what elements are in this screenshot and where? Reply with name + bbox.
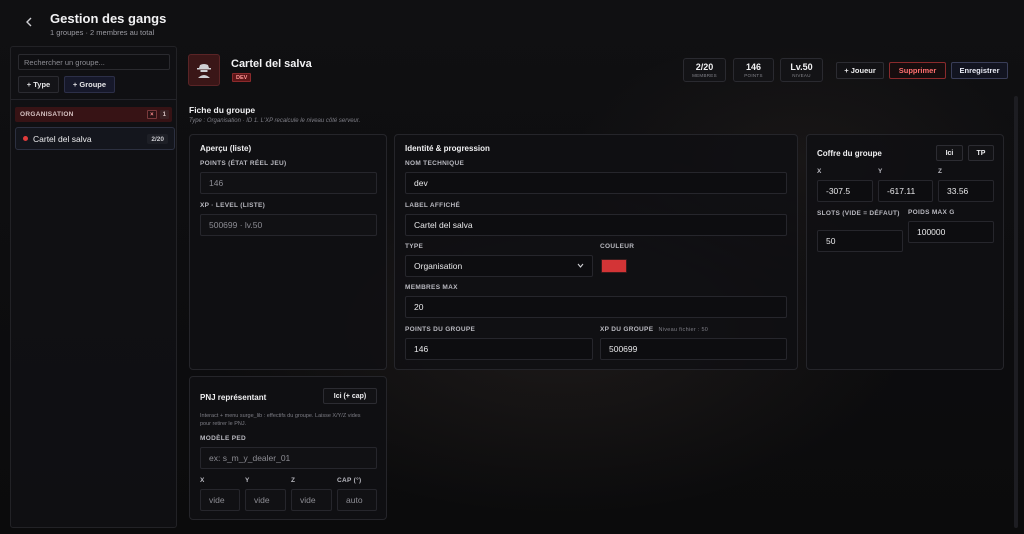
- overview-card: Aperçu (liste) POINTS (ÉTAT RÉEL JEU) 14…: [189, 134, 387, 370]
- npc-here-button[interactable]: Ici (+ cap): [323, 388, 377, 404]
- color-label: COULEUR: [600, 243, 635, 250]
- add-player-button[interactable]: + Joueur: [836, 62, 884, 79]
- stat-value: 2/20: [695, 62, 714, 72]
- sidebar-item-label: Cartel del salva: [33, 133, 92, 144]
- group-xp-input[interactable]: 500699: [600, 338, 787, 360]
- chest-z-input[interactable]: 33.56: [938, 180, 994, 202]
- stat-label: POINTS: [744, 73, 763, 78]
- chest-x-label: X: [817, 168, 822, 175]
- title-block: Gestion des gangs 1 groupes · 2 membres …: [50, 11, 166, 37]
- npc-card: PNJ représentant Ici (+ cap) Interact + …: [189, 376, 387, 520]
- top-bar: Gestion des gangs 1 groupes · 2 membres …: [0, 0, 1024, 46]
- npc-y-label: Y: [245, 477, 250, 484]
- xp-label: XP · LEVEL (LISTE): [200, 202, 266, 209]
- category-count: 1: [160, 110, 169, 119]
- card-title: Aperçu (liste): [200, 144, 252, 153]
- scrollbar[interactable]: [1014, 96, 1018, 528]
- main-panel: Cartel del salva DEV 2/20 MEMBRES 146 PO…: [178, 46, 1020, 528]
- npc-help-text: Interact + menu surge_lib : effectifs du…: [200, 413, 361, 427]
- add-group-button[interactable]: + Groupe: [64, 76, 115, 93]
- chest-weight-input[interactable]: 100000: [908, 221, 994, 243]
- page-subtitle: 1 groupes · 2 membres au total: [50, 28, 155, 37]
- sidebar-item-group[interactable]: Cartel del salva 2/20: [15, 127, 175, 150]
- search-input[interactable]: [18, 54, 170, 70]
- category-header: ORGANISATION × 1: [15, 107, 172, 122]
- stat-value: Lv.50: [790, 62, 813, 72]
- max-members-label: MEMBRES MAX: [405, 284, 458, 291]
- add-type-button[interactable]: + Type: [18, 76, 59, 93]
- stat-points: 146 POINTS: [733, 58, 774, 82]
- group-color-dot: [23, 136, 28, 141]
- npc-x-input[interactable]: vide: [200, 489, 240, 511]
- chest-here-button[interactable]: Ici: [936, 145, 963, 161]
- back-button[interactable]: [20, 13, 38, 31]
- max-members-input[interactable]: 20: [405, 296, 787, 318]
- tech-name-label: NOM TECHNIQUE: [405, 160, 465, 167]
- stat-members: 2/20 MEMBRES: [683, 58, 726, 82]
- chest-card: Coffre du groupe Ici TP X Y Z -307.5 -61…: [806, 134, 1004, 370]
- npc-cap-label: CAP (°): [337, 477, 362, 484]
- section-subtitle: Type : Organisation · ID 1. L'XP recalcu…: [189, 118, 361, 124]
- sidebar: + Type + Groupe ORGANISATION × 1 Cartel …: [10, 46, 177, 528]
- xp-readonly: 500699 · lv.50: [200, 214, 377, 236]
- group-xp-label: XP DU GROUPE Niveau fichier : 50: [600, 326, 708, 333]
- tech-name-input[interactable]: dev: [405, 172, 787, 194]
- card-title: PNJ représentant: [200, 393, 267, 402]
- group-name: Cartel del salva: [231, 58, 312, 70]
- page-title: Gestion des gangs: [50, 11, 167, 26]
- group-badge: DEV: [232, 73, 252, 82]
- points-readonly: 146: [200, 172, 377, 194]
- chevron-left-icon: [26, 17, 32, 27]
- group-xp-hint: Niveau fichier : 50: [658, 327, 709, 333]
- npc-z-input[interactable]: vide: [291, 489, 332, 511]
- display-label: LABEL AFFICHÉ: [405, 202, 461, 209]
- chest-y-label: Y: [878, 168, 883, 175]
- chest-weight-label: POIDS MAX G: [908, 209, 955, 216]
- group-points-input[interactable]: 146: [405, 338, 593, 360]
- stat-value: 146: [745, 62, 762, 72]
- chest-y-input[interactable]: -617.11: [878, 180, 933, 202]
- display-input[interactable]: Cartel del salva: [405, 214, 787, 236]
- chest-z-label: Z: [938, 168, 943, 175]
- points-label: POINTS (ÉTAT RÉEL JEU): [200, 160, 287, 167]
- npc-cap-input[interactable]: auto: [337, 489, 377, 511]
- stat-level: Lv.50 NIVEAU: [780, 58, 823, 82]
- stat-label: MEMBRES: [692, 73, 717, 78]
- chest-tp-button[interactable]: TP: [968, 145, 994, 161]
- group-xp-label-text: XP DU GROUPE: [600, 326, 654, 333]
- chevron-down-icon: [577, 263, 584, 270]
- remove-category-button[interactable]: ×: [147, 110, 157, 119]
- npc-y-input[interactable]: vide: [245, 489, 286, 511]
- stat-label: NIVEAU: [792, 73, 811, 78]
- sidebar-item-count: 2/20: [147, 134, 168, 144]
- section-title: Fiche du groupe: [189, 105, 256, 115]
- gangster-icon: [197, 64, 211, 78]
- category-label: ORGANISATION: [20, 111, 74, 118]
- divider: [11, 99, 176, 100]
- card-title: Coffre du groupe: [817, 149, 882, 158]
- identity-card: Identité & progression NOM TECHNIQUE dev…: [394, 134, 798, 370]
- delete-button[interactable]: Supprimer: [889, 62, 946, 79]
- npc-z-label: Z: [291, 477, 296, 484]
- chest-x-input[interactable]: -307.5: [817, 180, 873, 202]
- model-input[interactable]: ex: s_m_y_dealer_01: [200, 447, 377, 469]
- card-title: Identité & progression: [405, 144, 490, 153]
- color-swatch[interactable]: [601, 259, 627, 273]
- chest-slots-label: SLOTS (VIDE = DÉFAUT): [817, 210, 900, 217]
- chest-slots-input[interactable]: 50: [817, 230, 903, 252]
- type-select[interactable]: Organisation: [405, 255, 593, 277]
- group-points-label: POINTS DU GROUPE: [405, 326, 476, 333]
- type-label: TYPE: [405, 243, 424, 250]
- npc-x-label: X: [200, 477, 205, 484]
- model-label: MODÈLE PED: [200, 435, 246, 442]
- type-select-value: Organisation: [414, 261, 463, 271]
- group-emblem: [188, 54, 220, 86]
- save-button[interactable]: Enregistrer: [951, 62, 1008, 79]
